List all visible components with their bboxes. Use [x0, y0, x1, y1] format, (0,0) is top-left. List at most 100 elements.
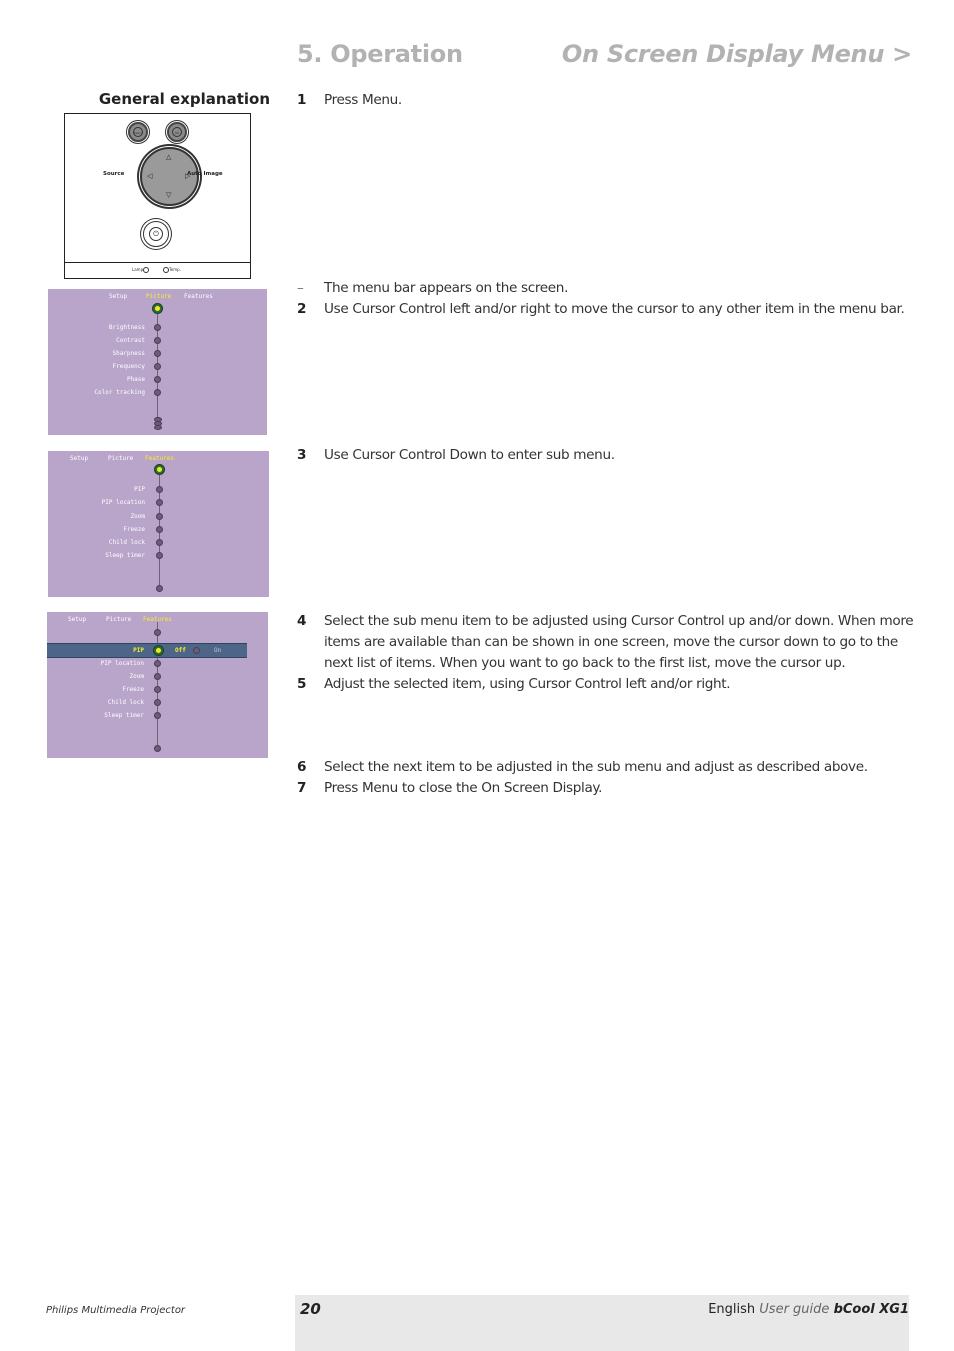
osd-item: Zoom: [130, 513, 145, 520]
osd-tab-setup: Setup: [70, 455, 89, 462]
osd-item-dot-icon: [156, 526, 163, 533]
lamp-indicator: Lamp: [132, 267, 150, 273]
footer-language: English: [708, 1302, 756, 1317]
section-title: General explanation: [98, 90, 270, 108]
osd-item: Freeze: [123, 526, 145, 533]
arrow-left-icon: ◁: [147, 172, 153, 180]
osd-item-dot-icon: [154, 686, 161, 693]
osd-item-dot-icon: [154, 712, 161, 719]
osd-item: Sleep timer: [105, 552, 145, 559]
step-number: 5: [297, 676, 307, 692]
osd-selected-item: PIP: [133, 647, 144, 654]
arrow-up-icon: △: [166, 153, 172, 161]
chapter-title: 5. Operation: [297, 40, 463, 68]
osd-item-dot-icon: [154, 389, 161, 396]
step-3: 3 Use Cursor Control Down to enter sub m…: [297, 445, 917, 466]
step-text: Use Cursor Control left and/or right to …: [324, 301, 905, 317]
osd-tab-picture: Picture: [146, 293, 172, 300]
step-number: 4: [297, 613, 307, 629]
osd-option-off: Off: [175, 647, 186, 654]
osd-item: Sharpness: [112, 350, 145, 357]
osd-tab-picture: Picture: [108, 455, 134, 462]
step-2: 2 Use Cursor Control left and/or right t…: [297, 299, 917, 320]
lamp-led-icon: [143, 267, 150, 273]
osd-item-dot-icon: [154, 363, 161, 370]
source-label: Source: [103, 171, 125, 177]
step-text: Select the sub menu item to be adjusted …: [324, 613, 914, 671]
osd-tab-setup: Setup: [109, 293, 128, 300]
osd-item: Zoom: [129, 673, 144, 680]
step-1: 1 Press Menu.: [297, 90, 917, 111]
osd-item: PIP: [134, 486, 145, 493]
osd-option-dot-icon: [193, 647, 200, 654]
temp-label: Temp.: [169, 267, 181, 272]
osd-item: Frequency: [112, 363, 145, 370]
osd-tab-setup: Setup: [68, 616, 87, 623]
osd-next-page-dot-icon: [156, 585, 163, 592]
power-symbol-icon: ⏻: [149, 227, 163, 241]
osd-screen-features: Setup Picture Features PIP PIP location …: [48, 451, 269, 597]
osd-item-dot-icon: [154, 324, 161, 331]
osd-item-dot-icon: [156, 513, 163, 520]
osd-item: Phase: [126, 376, 145, 383]
lamp-label: Lamp: [132, 267, 144, 272]
step-number: 1: [297, 92, 307, 108]
step-5: 5 Adjust the selected item, using Cursor…: [297, 674, 917, 695]
step-text: Adjust the selected item, using Cursor C…: [324, 676, 731, 692]
osd-tab-picture: Picture: [106, 616, 132, 623]
footer-product: Philips Multimedia Projector: [46, 1305, 186, 1316]
osd-item: Sleep timer: [104, 712, 144, 719]
projector-control-panel-illustration: Menu OK △ ◁ ▷ ▽ Source Auto Image ⏻ Lamp…: [64, 113, 251, 279]
osd-item: PIP location: [101, 499, 145, 506]
step-number: 7: [297, 780, 307, 796]
osd-item-dot-icon: [154, 350, 161, 357]
step-text: Select the next item to be adjusted in t…: [324, 759, 868, 775]
footer-guide: User guide: [759, 1302, 830, 1317]
step-number: 6: [297, 759, 307, 775]
osd-more-items-icon: [154, 425, 162, 430]
step-result: – The menu bar appears on the screen.: [297, 278, 917, 299]
osd-selected-row: PIP Off On: [47, 643, 247, 658]
osd-item-dot-icon: [154, 376, 161, 383]
section-header: On Screen Display Menu >: [561, 40, 912, 68]
temp-indicator: Temp.: [163, 267, 181, 273]
osd-item: PIP location: [100, 660, 144, 667]
step-6: 6 Select the next item to be adjusted in…: [297, 757, 917, 778]
osd-item: Child lock: [108, 539, 145, 546]
osd-cursor-icon: [154, 464, 165, 475]
step-number: 2: [297, 301, 307, 317]
osd-item-dot-icon: [154, 673, 161, 680]
menu-button-label: Menu: [133, 127, 143, 137]
ok-button-label: OK: [172, 127, 182, 137]
osd-cursor-icon: [152, 303, 163, 314]
osd-cursor-icon: [153, 645, 164, 656]
step-number: 3: [297, 447, 307, 463]
osd-item-dot-icon: [154, 699, 161, 706]
osd-tab-features: Features: [145, 455, 174, 462]
osd-item: Freeze: [122, 686, 144, 693]
osd-next-page-dot-icon: [154, 745, 161, 752]
footer-model: bCool XG1: [833, 1302, 909, 1317]
osd-screen-features-pip-selected: Setup Picture Features PIP Off On PIP lo…: [47, 612, 268, 758]
step-text: Press Menu.: [324, 92, 402, 108]
step-4: 4 Select the sub menu item to be adjuste…: [297, 611, 917, 674]
step-7: 7 Press Menu to close the On Screen Disp…: [297, 778, 917, 799]
panel-divider: [65, 262, 250, 263]
step-text: Press Menu to close the On Screen Displa…: [324, 780, 603, 796]
osd-item: Child lock: [107, 699, 144, 706]
osd-tab-features: Features: [184, 293, 213, 300]
footer-guide-info: English User guide bCool XG1: [708, 1302, 909, 1317]
osd-item-dot-icon: [154, 660, 161, 667]
osd-prev-page-dot-icon: [154, 629, 161, 636]
osd-item-dot-icon: [156, 539, 163, 546]
osd-item-dot-icon: [154, 337, 161, 344]
osd-item: Color tracking: [94, 389, 145, 396]
menu-button-icon: Menu: [128, 122, 148, 142]
power-button-icon: ⏻: [143, 221, 169, 247]
auto-image-label: Auto Image: [187, 171, 223, 177]
step-text: The menu bar appears on the screen.: [324, 280, 569, 296]
osd-item: Brightness: [108, 324, 145, 331]
page-number: 20: [300, 1300, 321, 1318]
osd-option-on: On: [214, 647, 222, 654]
osd-item-dot-icon: [156, 552, 163, 559]
